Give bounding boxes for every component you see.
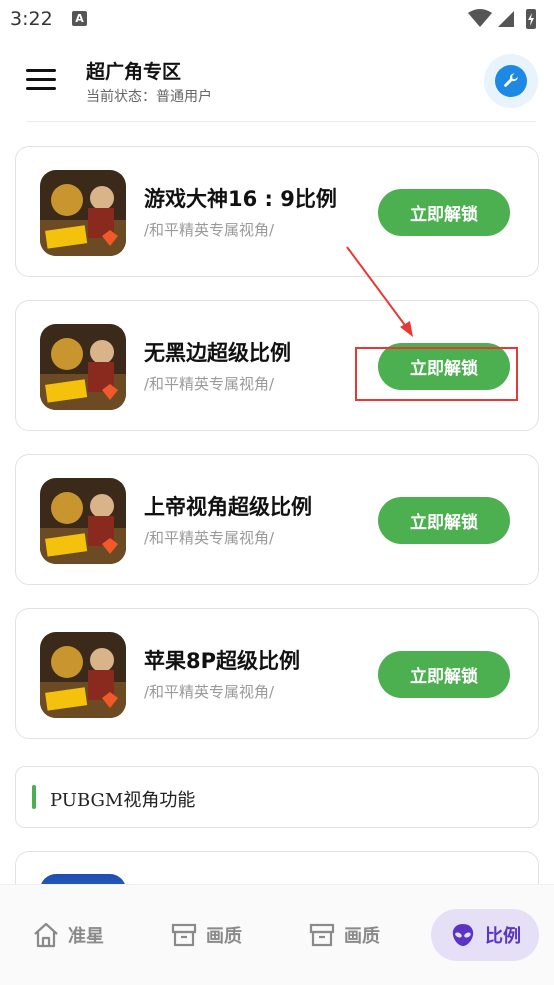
game-icon xyxy=(40,632,126,718)
card-subtitle: /和平精英专属视角/ xyxy=(144,683,275,701)
nav-item-quality-1[interactable]: 画质 xyxy=(170,909,242,961)
game-icon xyxy=(40,324,126,410)
nav-item-crosshair[interactable]: 准星 xyxy=(32,909,104,961)
status-time: 3:22 xyxy=(10,8,53,30)
header-divider xyxy=(26,121,536,122)
hamburger-menu-icon[interactable] xyxy=(26,69,56,93)
tools-button[interactable] xyxy=(484,54,538,108)
section-accent-bar xyxy=(32,785,36,809)
ratio-card: 上帝视角超级比例 /和平精英专属视角/ 立即解锁 xyxy=(15,454,539,585)
home-icon xyxy=(34,922,58,948)
user-status-text: 当前状态：普通用户 xyxy=(86,89,212,105)
card-title: 苹果8P超级比例 xyxy=(144,649,301,673)
card-subtitle: /和平精英专属视角/ xyxy=(144,221,275,239)
alien-icon xyxy=(452,924,474,946)
card-title: 无黑边超级比例 xyxy=(144,341,291,365)
box-icon xyxy=(309,923,335,947)
bottom-navigation: 准星 画质 画质 比例 xyxy=(0,884,554,985)
ratio-card: 游戏大神16 : 9比例 /和平精英专属视角/ 立即解锁 xyxy=(15,146,539,277)
wrench-icon xyxy=(495,65,527,97)
signal-icon xyxy=(498,11,514,27)
card-subtitle: /和平精英专属视角/ xyxy=(144,529,275,547)
section-header: PUBGM视角功能 xyxy=(15,766,539,828)
nav-label: 比例 xyxy=(485,926,521,947)
nav-item-quality-2[interactable]: 画质 xyxy=(308,909,380,961)
nav-label: 准星 xyxy=(68,926,104,947)
status-bar: 3:22 A xyxy=(0,0,554,40)
nav-label: 画质 xyxy=(344,926,380,947)
ratio-card: 苹果8P超级比例 /和平精英专属视角/ 立即解锁 xyxy=(15,608,539,739)
nav-item-ratio[interactable]: 比例 xyxy=(431,909,539,961)
game-icon xyxy=(40,170,126,256)
card-title: 游戏大神16 : 9比例 xyxy=(144,187,337,211)
unlock-button[interactable]: 立即解锁 xyxy=(378,189,510,236)
game-icon xyxy=(40,478,126,564)
status-icons xyxy=(468,9,536,29)
unlock-button[interactable]: 立即解锁 xyxy=(378,497,510,544)
page-title: 超广角专区 xyxy=(86,61,182,83)
card-title: 上帝视角超级比例 xyxy=(144,495,312,519)
annotation-highlight-box xyxy=(355,347,518,401)
unlock-button[interactable]: 立即解锁 xyxy=(378,651,510,698)
notification-icon: A xyxy=(72,11,87,26)
section-title: PUBGM视角功能 xyxy=(50,790,196,811)
box-icon xyxy=(171,923,197,947)
wifi-icon xyxy=(468,9,492,27)
card-subtitle: /和平精英专属视角/ xyxy=(144,375,275,393)
app-header: 超广角专区 当前状态：普通用户 xyxy=(0,40,554,122)
nav-label: 画质 xyxy=(206,926,242,947)
